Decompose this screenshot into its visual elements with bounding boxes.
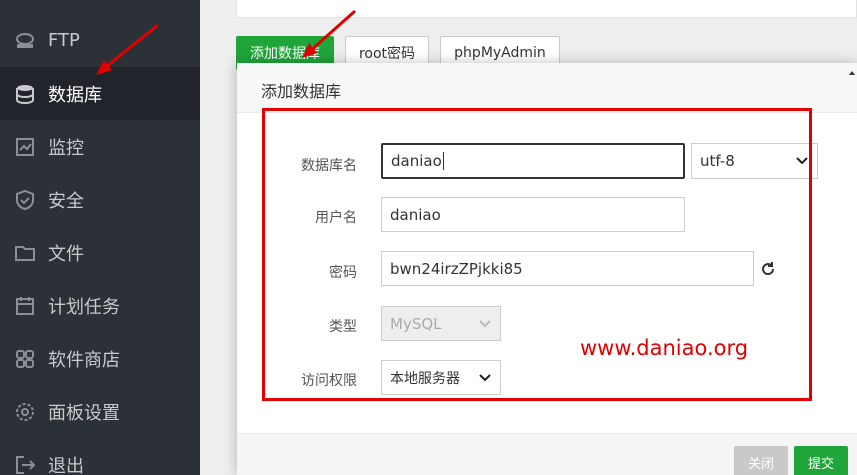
sidebar-item-label: 监控 <box>48 137 84 159</box>
username-label: 用户名 <box>315 210 357 226</box>
charset-select[interactable]: utf-8 <box>691 143 818 179</box>
access-label: 访问权限 <box>301 373 357 389</box>
watermark: www.daniao.org <box>580 336 749 360</box>
sidebar: FTP 数据库 监控 安全 文件 计划任务 软件商店 面板设置 退出 <box>0 0 200 475</box>
shield-icon <box>14 189 36 211</box>
sidebar-item-label: FTP <box>48 30 80 51</box>
db-name-input[interactable]: daniao <box>381 143 685 179</box>
chevron-down-icon <box>478 317 492 331</box>
type-select[interactable]: MySQL <box>381 306 501 341</box>
grid-icon <box>14 348 36 370</box>
password-label: 密码 <box>329 265 357 281</box>
chevron-down-icon <box>478 371 492 385</box>
sidebar-item-database[interactable]: 数据库 <box>0 67 200 120</box>
type-value: MySQL <box>390 314 442 333</box>
sidebar-item-label: 文件 <box>48 243 84 265</box>
add-database-dialog: 添加数据库 数据库名 daniao utf-8 用户名 daniao 密码 bw… <box>237 63 857 475</box>
sidebar-item-security[interactable]: 安全 <box>0 173 200 226</box>
db-name-value: daniao <box>391 152 442 170</box>
close-button[interactable]: 关闭 <box>734 446 788 475</box>
dialog-footer: 关闭 提交 <box>237 433 857 475</box>
database-icon <box>14 83 36 105</box>
sidebar-item-store[interactable]: 软件商店 <box>0 332 200 385</box>
monitor-icon <box>14 136 36 158</box>
sidebar-item-label: 面板设置 <box>48 402 120 424</box>
folder-icon <box>14 242 36 264</box>
sidebar-item-files[interactable]: 文件 <box>0 226 200 279</box>
access-select[interactable]: 本地服务器 <box>381 360 501 395</box>
sidebar-item-label: 退出 <box>48 455 84 475</box>
calendar-icon <box>14 295 36 317</box>
sidebar-item-label: 软件商店 <box>48 349 120 371</box>
refresh-icon[interactable] <box>760 261 776 277</box>
scrollbar[interactable] <box>847 63 857 113</box>
sidebar-item-label: 安全 <box>48 190 84 212</box>
type-label: 类型 <box>329 319 357 335</box>
sidebar-item-logout[interactable]: 退出 <box>0 438 200 475</box>
password-input[interactable]: bwn24irzZPjkki85 <box>381 251 754 286</box>
access-value: 本地服务器 <box>390 370 460 387</box>
charset-value: utf-8 <box>700 152 735 170</box>
logout-icon <box>14 454 36 475</box>
sidebar-item-monitor[interactable]: 监控 <box>0 120 200 173</box>
sidebar-item-settings[interactable]: 面板设置 <box>0 385 200 438</box>
db-name-label: 数据库名 <box>301 158 357 174</box>
text-cursor <box>442 152 444 170</box>
sidebar-item-ftp[interactable]: FTP <box>0 14 200 67</box>
chevron-down-icon <box>795 154 809 168</box>
username-input[interactable]: daniao <box>381 197 685 232</box>
sidebar-item-label: 数据库 <box>48 84 102 106</box>
top-panel <box>236 0 857 18</box>
dialog-header: 添加数据库 <box>237 63 857 113</box>
sidebar-item-cron[interactable]: 计划任务 <box>0 279 200 332</box>
gear-icon <box>14 401 36 423</box>
dialog-title: 添加数据库 <box>261 82 342 101</box>
submit-button[interactable]: 提交 <box>794 446 848 475</box>
username-value: daniao <box>390 205 441 224</box>
sidebar-item-label: 计划任务 <box>48 296 120 318</box>
password-value: bwn24irzZPjkki85 <box>390 259 523 278</box>
ftp-icon <box>14 30 36 52</box>
